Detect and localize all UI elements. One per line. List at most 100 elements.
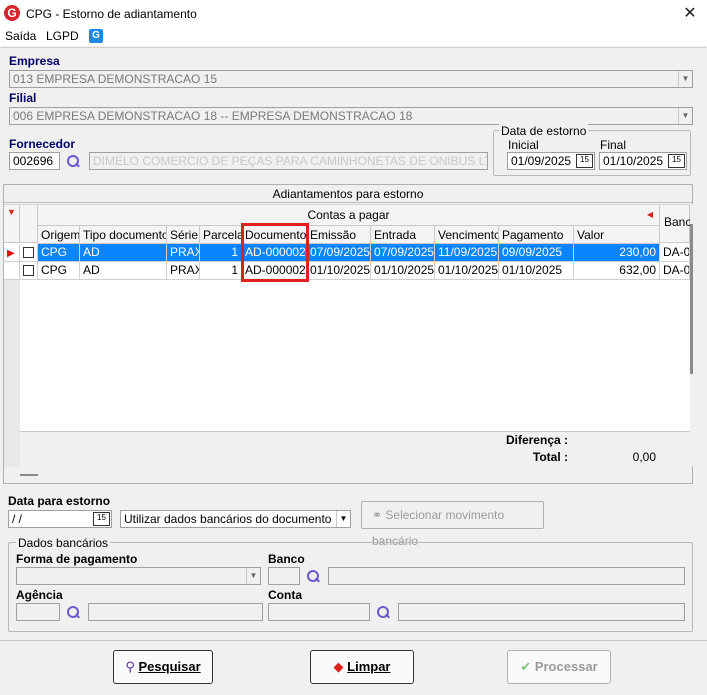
row-checkbox-cell[interactable] (20, 244, 38, 262)
total-value: 0,00 (632, 450, 656, 464)
col-serie[interactable]: Série (167, 226, 200, 244)
diferenca-label: Diferença : (505, 433, 568, 447)
fornecedor-code-input[interactable]: 002696 (9, 152, 60, 170)
chevron-down-icon[interactable]: ▼ (678, 71, 692, 87)
cell-valor: 230,00 (574, 244, 660, 262)
banco-code-input[interactable] (268, 567, 300, 585)
row-gutter (4, 280, 20, 467)
calendar-icon[interactable]: 15 (668, 154, 685, 168)
forma-pagamento-select[interactable]: ▼ (16, 567, 261, 585)
search-icon[interactable] (306, 569, 320, 583)
cell-emissao: 07/09/2025 (307, 244, 371, 262)
final-date-input[interactable]: 01/10/2025 15 (599, 152, 687, 170)
chevron-down-icon[interactable]: ▼ (246, 568, 260, 584)
cell-banco: DA-0 (660, 244, 690, 262)
empresa-select[interactable]: 013 EMPRESA DEMONSTRACAO 15 ▼ (9, 70, 693, 88)
menu-lgpd[interactable]: LGPD (46, 28, 79, 46)
search-icon[interactable] (376, 605, 390, 619)
calendar-icon[interactable]: 15 (93, 512, 110, 526)
cell-pagamento: 01/10/2025 (499, 262, 574, 280)
cell-vencimento: 11/09/2025 (435, 244, 499, 262)
cell-pagamento: 09/09/2025 (499, 244, 574, 262)
final-date-value: 01/10/2025 (603, 154, 664, 168)
cell-entrada: 07/09/2025 (371, 244, 435, 262)
selecionar-movimento-button[interactable]: ⚭ Selecionar movimento bancário (361, 501, 544, 548)
filial-select[interactable]: 006 EMPRESA DEMONSTRACAO 18 -- EMPRESA D… (9, 107, 693, 125)
search-icon[interactable] (66, 154, 80, 168)
conta-code-input[interactable] (268, 603, 370, 621)
collapse-arrow-icon[interactable]: ◀ (647, 205, 653, 225)
row-checkbox-cell[interactable] (20, 262, 38, 280)
col-vencimento[interactable]: Vencimento (435, 226, 499, 244)
dados-bancarios-mode-value: Utilizar dados bancários do documento (124, 512, 332, 526)
row-checkbox[interactable] (23, 247, 34, 258)
col-parcela[interactable]: Parcela (200, 226, 242, 244)
search-icon[interactable] (66, 605, 80, 619)
fornecedor-label: Fornecedor (9, 137, 76, 151)
dados-bancarios-title: Dados bancários (16, 536, 111, 550)
cell-parcela: 1 (200, 244, 242, 262)
calendar-icon[interactable]: 15 (576, 154, 593, 168)
inicial-date-input[interactable]: 01/09/2025 15 (507, 152, 595, 170)
fornecedor-name-field: DIMELO COMERCIO DE PEÇAS PARA CAMINHONET… (89, 152, 488, 170)
checkmark-icon: ✔ (520, 659, 532, 674)
col-emissao[interactable]: Emissão (307, 226, 371, 244)
banco-name-field (328, 567, 685, 585)
final-label: Final (600, 138, 627, 152)
cell-tipo: AD (80, 262, 167, 280)
cell-origem: CPG (38, 262, 80, 280)
processar-label: Processar (534, 659, 598, 674)
row-pointer: ▶ (4, 244, 20, 262)
conta-name-field (398, 603, 685, 621)
horizontal-scrollbar-thumb[interactable] (20, 474, 38, 476)
close-button[interactable]: ✕ (676, 2, 704, 26)
data-para-estorno-value: / / (12, 512, 23, 526)
table-row[interactable]: ▶ CPG AD PRAX 1 AD-0000023 07/09/2025 07… (4, 244, 690, 262)
table-row[interactable]: CPG AD PRAX 1 AD-0000025 01/10/2025 01/1… (4, 262, 690, 280)
col-entrada[interactable]: Entrada (371, 226, 435, 244)
row-pointer (4, 262, 20, 280)
agencia-code-input[interactable] (16, 603, 60, 621)
limpar-label: Limpar (347, 659, 391, 674)
limpar-button[interactable]: ◆ Limpar (310, 650, 414, 684)
pesquisar-label: Pesquisar (138, 659, 201, 674)
cell-serie: PRAX (167, 262, 200, 280)
total-label: Total : (532, 450, 568, 464)
help-icon[interactable]: G (89, 29, 103, 43)
banco-header-label: Banc (664, 215, 692, 229)
chevron-down-icon[interactable]: ▼ (678, 108, 692, 124)
checkbox-header (20, 205, 38, 243)
menu-saida[interactable]: Saída (5, 28, 36, 46)
pesquisar-button[interactable]: ⚲ Pesquisar (113, 650, 213, 684)
cell-banco: DA-0 (660, 262, 690, 280)
processar-button[interactable]: ✔ Processar (507, 650, 611, 684)
title-bar: G CPG - Estorno de adiantamento ✕ (0, 0, 707, 28)
empresa-value: 013 EMPRESA DEMONSTRACAO 15 (13, 72, 218, 86)
vertical-scrollbar[interactable] (690, 204, 694, 466)
divider (0, 640, 707, 641)
col-valor[interactable]: Valor (574, 226, 660, 244)
banco-header[interactable]: Banc (660, 205, 692, 243)
col-pagamento[interactable]: Pagamento (499, 226, 574, 244)
data-para-estorno-input[interactable]: / / 15 (8, 510, 112, 528)
filial-value: 006 EMPRESA DEMONSTRACAO 18 -- EMPRESA D… (13, 109, 413, 123)
empresa-label: Empresa (9, 54, 60, 68)
col-origem[interactable]: Origem (38, 226, 80, 244)
dados-bancarios-mode-select[interactable]: Utilizar dados bancários do documento ▼ (120, 510, 351, 528)
row-checkbox[interactable] (23, 265, 34, 276)
contas-a-pagar-label: Contas a pagar (307, 208, 390, 222)
menu-bar: Saída LGPD G (0, 28, 707, 46)
search-icon: ⚲ (125, 659, 135, 674)
cell-origem: CPG (38, 244, 80, 262)
data-para-estorno-label: Data para estorno (8, 494, 111, 508)
chevron-down-icon[interactable]: ▼ (336, 511, 350, 527)
scrollbar-thumb[interactable] (690, 224, 693, 374)
grid-panel: Adiantamentos para estorno ▼ Contas a pa… (3, 184, 694, 484)
data-estorno-title: Data de estorno (499, 124, 589, 138)
row-pointer-icon: ▶ (7, 248, 15, 259)
col-tipo-documento[interactable]: Tipo documento (80, 226, 167, 244)
adiantamentos-grid[interactable]: ▼ Contas a pagar ◀ Banc Origem Tipo docu… (4, 204, 692, 467)
binoculars-icon: ⚭ (372, 508, 383, 522)
cell-emissao: 01/10/2025 (307, 262, 371, 280)
contas-a-pagar-header: Contas a pagar ◀ (38, 205, 660, 226)
